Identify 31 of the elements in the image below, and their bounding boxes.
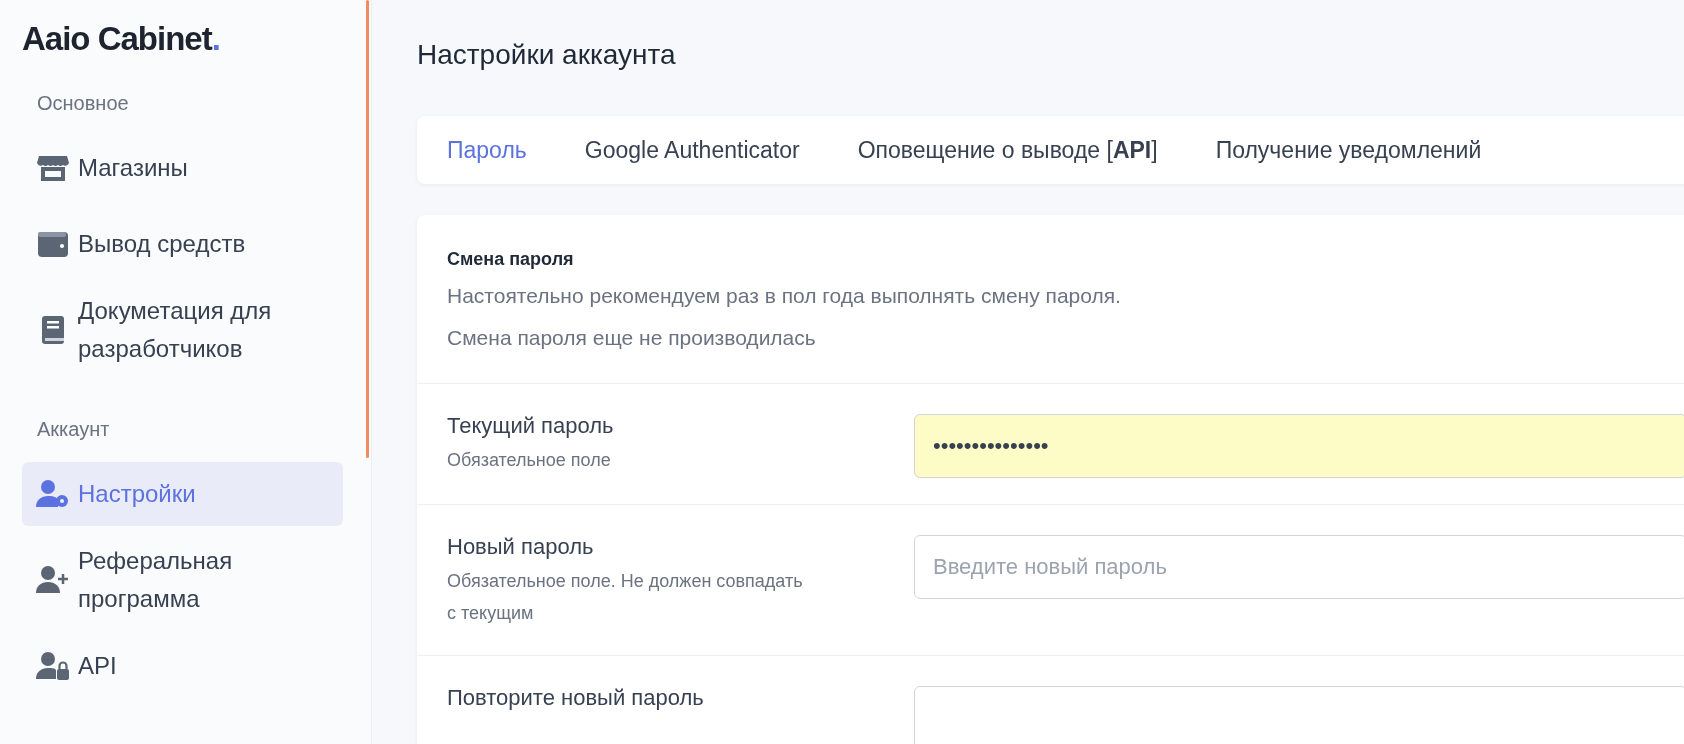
wallet-icon — [36, 229, 70, 259]
password-field[interactable]: Введите новый пароль — [914, 535, 1684, 599]
sidebar-item[interactable]: API — [22, 634, 343, 698]
field-label: Текущий пароль — [447, 412, 615, 440]
section-title: Смена пароля — [447, 248, 575, 271]
scrollbar-thumb[interactable] — [366, 0, 369, 458]
page-title: Настройки аккаунта — [417, 38, 677, 72]
tab[interactable]: Получение уведомлений — [1215, 132, 1482, 168]
sidebar-item[interactable]: Настройки — [22, 462, 343, 526]
tab[interactable]: Оповещение о выводе [API] — [857, 132, 1158, 168]
sidebar-item[interactable]: Докуметация для разработчиков — [22, 288, 343, 372]
field-label: Повторите новый пароль — [447, 684, 705, 712]
section-heading: Аккаунт — [36, 417, 111, 442]
storefront-icon — [36, 153, 70, 183]
field-label: Новый пароль — [447, 533, 595, 561]
sidebar-item[interactable]: Магазины — [22, 136, 343, 200]
field-hint: Обязательное поле — [447, 449, 612, 472]
section-description: Смена пароля еще не производилась — [447, 325, 817, 351]
section-description: Настоятельно рекомендуем раз в пол года выполнять смену пароля. — [447, 283, 1122, 309]
section-heading: Основное — [36, 91, 130, 116]
tab[interactable]: Пароль — [447, 132, 527, 168]
user-gear-icon — [36, 479, 70, 509]
sidebar-item[interactable]: Реферальная программа — [22, 538, 343, 622]
password-field[interactable] — [914, 686, 1684, 744]
password-field[interactable]: ••••••••••••••• — [914, 414, 1684, 478]
sidebar-item[interactable]: Вывод средств — [22, 212, 343, 276]
user-plus-icon — [36, 565, 70, 595]
user-lock-icon — [36, 651, 70, 681]
field-hint: Обязательное поле. Не должен совпадать с текущим — [447, 570, 804, 625]
tab[interactable]: Google Authenticator — [584, 132, 800, 168]
logo[interactable]: Aaio Cabinet. — [22, 14, 220, 64]
